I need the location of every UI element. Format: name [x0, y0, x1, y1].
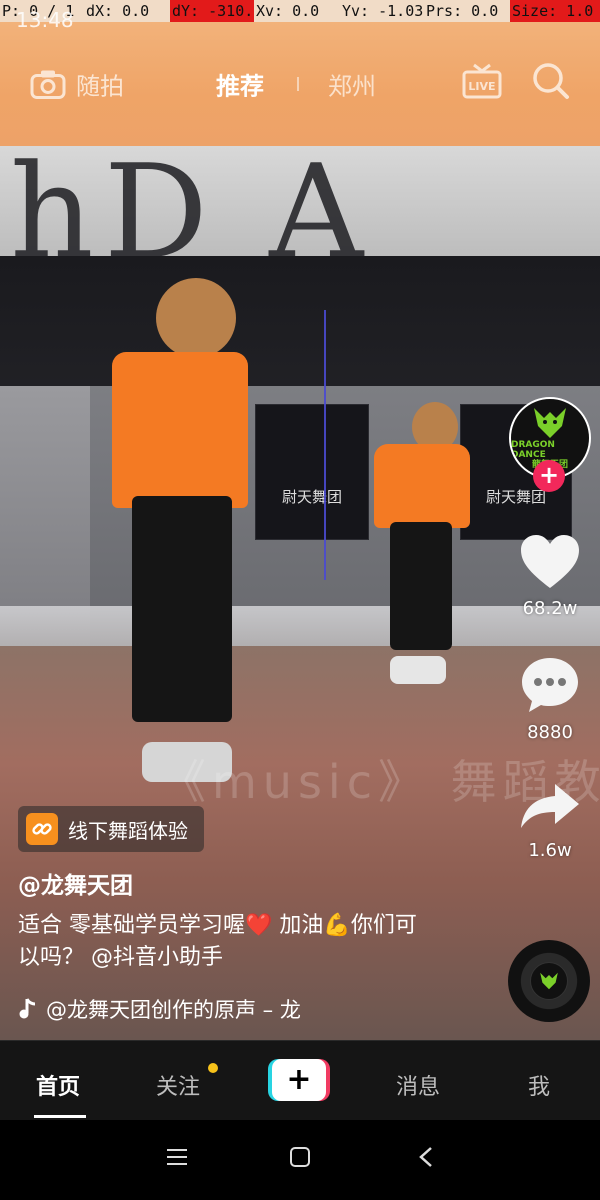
live-button[interactable]: LIVE: [462, 63, 502, 105]
disc-logo-icon: [530, 962, 568, 1000]
back-icon[interactable]: [417, 1146, 437, 1172]
debug-touch-line: [324, 310, 326, 580]
wall-banner: 尉天舞团: [255, 404, 369, 540]
nav-home[interactable]: 首页: [36, 1069, 80, 1101]
avatar-text: DRAGON DANCE: [511, 440, 555, 460]
nav-active-indicator: [34, 1115, 86, 1118]
music-info[interactable]: @龙舞天团创作的原声 – 龙: [18, 994, 301, 1024]
heart-icon: [521, 535, 579, 588]
debug-prs: Prs: 0.0: [426, 2, 499, 20]
camera-icon: [30, 70, 66, 99]
create-button[interactable]: +: [268, 1059, 330, 1101]
nav-messages[interactable]: 消息: [396, 1069, 440, 1101]
debug-xv: Xv: 0.0: [256, 2, 320, 20]
post-description: 适合 零基础学员学习喔❤️ 加油💪你们可以吗？ @抖音小助手: [18, 910, 438, 974]
comment-button[interactable]: 8880: [510, 656, 590, 743]
nav-me[interactable]: 我: [528, 1069, 550, 1101]
promo-label: 线下舞蹈体验: [68, 818, 188, 843]
heart-emoji: ❤️: [245, 913, 273, 938]
menu-icon[interactable]: [166, 1146, 188, 1172]
music-note-icon: [19, 998, 36, 1019]
like-button[interactable]: 68.2w: [510, 534, 590, 619]
music-title: @龙舞天团创作的原声 – 龙: [46, 998, 301, 1022]
search-icon: [533, 63, 569, 99]
camera-label: 随拍: [76, 72, 124, 101]
nav-follow[interactable]: 关注: [156, 1069, 200, 1101]
debug-dy: dY: -310.0: [170, 0, 254, 22]
plus-icon: +: [272, 1059, 326, 1101]
link-icon: [26, 813, 58, 845]
live-icon: LIVE: [462, 63, 502, 99]
status-time: 13:48: [16, 8, 74, 32]
tab-divider: [297, 77, 299, 91]
comment-count: 8880: [527, 722, 573, 743]
debug-size: Size: 1.0: [510, 0, 600, 22]
desc-text: 适合 零基础学员学习喔: [18, 913, 245, 938]
author-name[interactable]: @龙舞天团: [18, 866, 133, 900]
svg-text:LIVE: LIVE: [468, 80, 495, 93]
comment-icon: [522, 658, 578, 712]
follow-button[interactable]: +: [533, 460, 565, 492]
debug-dx: dX: 0.0: [86, 2, 150, 20]
desc-text: 加油: [272, 913, 324, 938]
share-count: 1.6w: [528, 840, 572, 861]
system-nav-bar: [0, 1120, 600, 1200]
promo-tag[interactable]: 线下舞蹈体验: [18, 806, 204, 852]
music-disc[interactable]: [508, 940, 590, 1022]
camera-button[interactable]: 随拍: [30, 67, 124, 102]
dragon-logo-icon: [534, 408, 566, 438]
tab-city[interactable]: 郑州: [328, 67, 376, 102]
tab-recommend[interactable]: 推荐: [216, 67, 264, 102]
search-button[interactable]: [532, 62, 570, 106]
top-bar: 随拍 推荐 郑州 LIVE: [0, 22, 600, 146]
debug-overlay: P: 0 / 1 dX: 0.0 dY: -310.0 Xv: 0.0 Yv: …: [0, 0, 600, 22]
home-square-icon[interactable]: [289, 1146, 311, 1172]
like-count: 68.2w: [522, 598, 578, 619]
share-button[interactable]: 1.6w: [510, 782, 590, 861]
notification-dot: [208, 1063, 218, 1073]
bottom-nav: 首页 关注 + 消息 我: [0, 1040, 600, 1121]
muscle-emoji: 💪: [323, 913, 351, 938]
debug-yv: Yv: -1.032: [342, 2, 424, 20]
share-arrow-icon: [521, 784, 579, 828]
